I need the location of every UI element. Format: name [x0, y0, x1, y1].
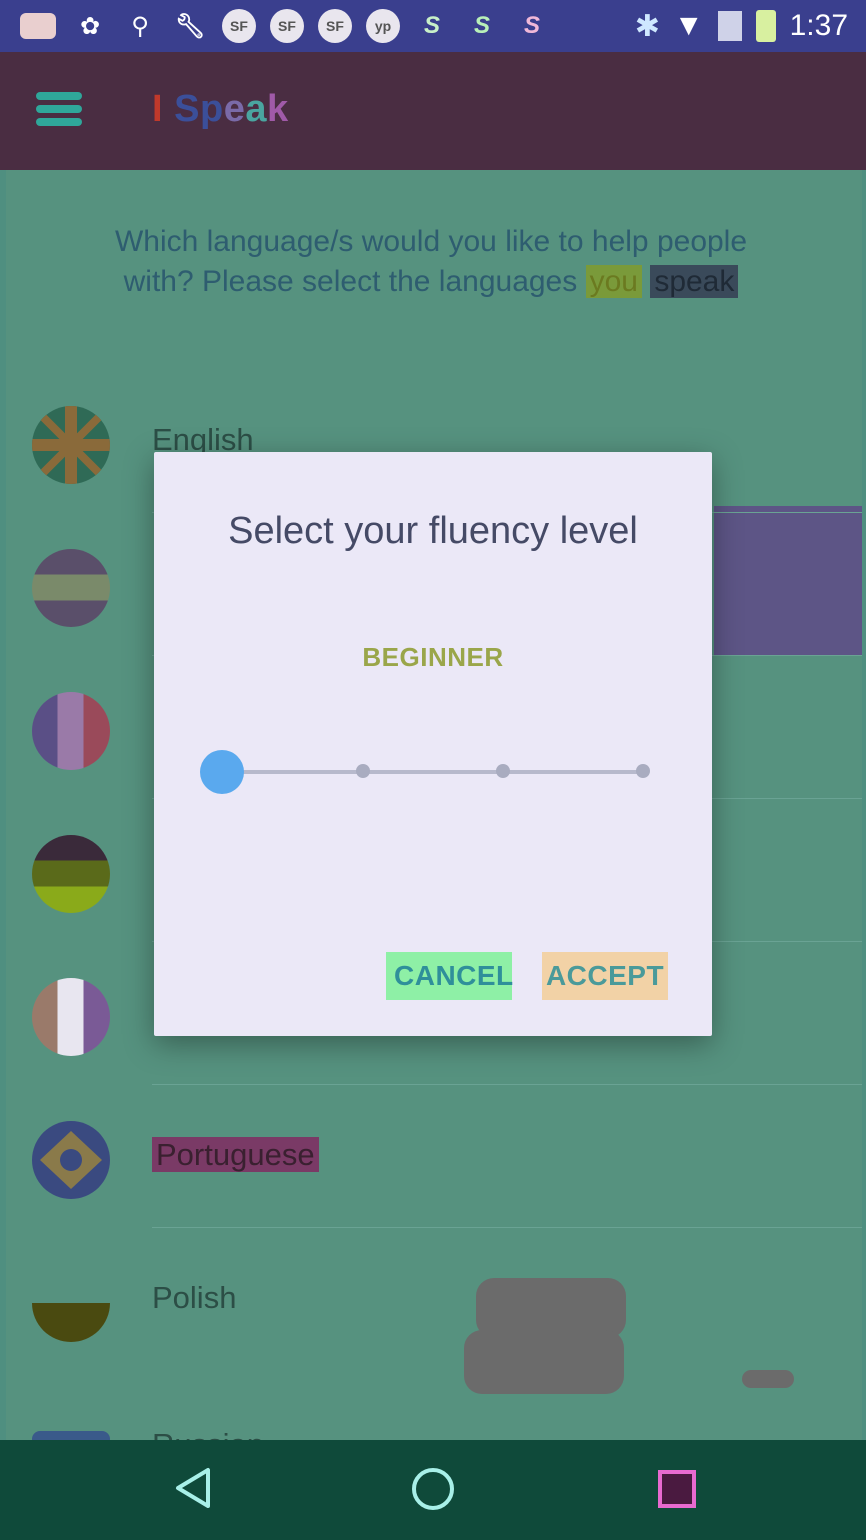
wrench-icon: 🔧︎ [174, 12, 206, 40]
cancel-button[interactable]: CANCEL [386, 952, 513, 1000]
slider-tick [356, 764, 370, 778]
s-icon: S [473, 12, 490, 39]
home-icon[interactable] [412, 1468, 454, 1510]
slider-tick [636, 764, 650, 778]
recents-icon[interactable] [658, 1470, 696, 1508]
yelp-icon: yp [366, 9, 400, 43]
accept-button[interactable]: ACCEPT [542, 952, 668, 1000]
signal-icon [717, 11, 742, 41]
s-icon: S [523, 12, 540, 39]
wifi-icon: ▼ [673, 9, 704, 42]
sf-icon: SF [270, 9, 304, 43]
chat-icon [18, 8, 58, 44]
fluency-dialog: Select your fluency level BEGINNER CANCE… [154, 452, 712, 1036]
dialog-title: Select your fluency level [228, 510, 638, 552]
menu-icon[interactable] [36, 92, 82, 126]
slider-tick [496, 764, 510, 778]
s-icon: S [423, 12, 440, 39]
clock: 1:37 [789, 9, 848, 42]
bluetooth-icon: ✱ [634, 9, 660, 43]
cat-icon: ✿ [79, 12, 101, 40]
navigation-bar [0, 1440, 866, 1540]
sf-icon: SF [222, 9, 256, 43]
fluency-level-label: BEGINNER [362, 642, 504, 672]
status-bar: ✿ ⚲ 🔧︎ SF SF SF yp S S S ✱ ▼ 1:37 [0, 0, 866, 52]
app-bar: I Speak [0, 52, 866, 170]
sf-icon: SF [318, 9, 352, 43]
slider-thumb[interactable] [200, 750, 244, 794]
back-icon[interactable] [170, 1464, 218, 1512]
slider-track [222, 770, 648, 774]
battery-icon [755, 10, 776, 42]
fluency-slider[interactable] [200, 750, 670, 794]
bike-icon: ⚲ [131, 12, 149, 40]
app-title: I Speak [152, 88, 289, 130]
